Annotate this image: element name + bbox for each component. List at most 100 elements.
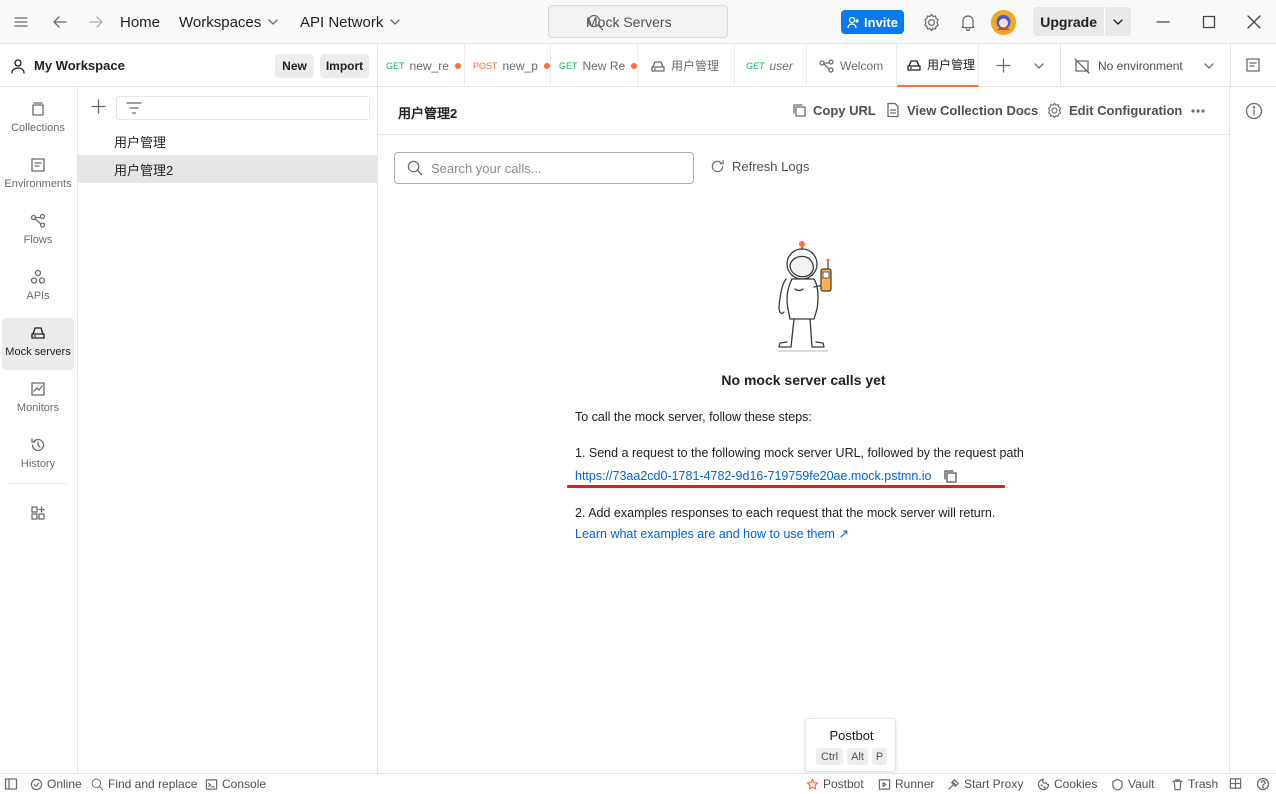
workspace-name[interactable]: My Workspace (34, 58, 125, 73)
rail-item-apis[interactable]: APIs (2, 262, 74, 314)
rail-item-flows[interactable]: Flows (2, 206, 74, 258)
menu-icon[interactable] (12, 0, 30, 44)
upgrade-button[interactable]: Upgrade (1033, 7, 1131, 36)
tab-request-2[interactable]: POST new_p (465, 44, 551, 87)
nav-workspaces[interactable]: Workspaces (179, 0, 279, 44)
two-pane-view-icon[interactable] (1229, 777, 1242, 790)
copy-icon[interactable] (942, 468, 958, 484)
search-icon (407, 160, 423, 176)
find-replace-label: Find and replace (108, 777, 198, 791)
console-button[interactable]: Console (205, 777, 266, 791)
upgrade-label: Upgrade (1040, 13, 1098, 30)
forward-arrow-icon[interactable] (87, 0, 105, 44)
monitors-icon (31, 382, 45, 396)
instructions-intro: To call the mock server, follow these st… (575, 410, 812, 424)
maximize-button[interactable] (1201, 0, 1217, 44)
tab-request-4[interactable]: GET user (735, 44, 807, 87)
invite-button[interactable]: Invite (841, 10, 904, 34)
global-search[interactable]: Mock Servers (548, 5, 728, 38)
new-button[interactable]: New (275, 54, 314, 78)
upgrade-dropdown[interactable] (1105, 16, 1131, 28)
help-icon[interactable] (1256, 777, 1270, 791)
configure-workbench-icon[interactable] (30, 505, 46, 521)
key-ctrl: Ctrl (816, 748, 843, 765)
refresh-logs-button[interactable]: Refresh Logs (710, 159, 809, 174)
environments-icon (31, 158, 45, 172)
online-status[interactable]: Online (30, 777, 82, 791)
close-window-button[interactable] (1246, 0, 1262, 44)
settings-gear-icon[interactable] (922, 0, 941, 44)
step-two-text: 2. Add examples responses to each reques… (575, 506, 996, 520)
view-collection-docs-button[interactable]: View Collection Docs (885, 102, 1038, 118)
tab-request-3[interactable]: GET New Re (551, 44, 638, 87)
rail-item-history[interactable]: History (2, 430, 74, 482)
back-arrow-icon[interactable] (51, 0, 69, 44)
rail-item-mock-servers[interactable]: Mock servers (2, 318, 74, 370)
minimize-button[interactable] (1155, 0, 1171, 44)
avatar[interactable] (991, 10, 1016, 35)
start-proxy-label: Start Proxy (964, 777, 1024, 791)
right-rail (1229, 87, 1276, 773)
bell-icon[interactable] (959, 0, 977, 44)
tab-label: 用户管理 (927, 58, 976, 72)
rail-item-collections[interactable]: Collections (2, 94, 74, 146)
toggle-sidebar-icon[interactable] (4, 777, 18, 791)
trash-button[interactable]: Trash (1171, 777, 1218, 791)
postbot-button[interactable]: Postbot (806, 777, 864, 791)
search-calls-input[interactable] (431, 160, 681, 176)
nav-api-network[interactable]: API Network (300, 0, 401, 44)
tab-bar: GET new_re POST new_p GET New Re 用户管理 GE… (378, 44, 1276, 87)
new-button-label: New (282, 59, 307, 73)
search-calls-field[interactable] (394, 152, 694, 184)
list-item-selected[interactable]: 用户管理2 (78, 155, 377, 183)
tab-mock-server-active[interactable]: 用户管理 (897, 44, 979, 87)
list-item-label: 用户管理 (114, 134, 167, 150)
view-docs-label: View Collection Docs (907, 102, 1039, 118)
import-button[interactable]: Import (320, 54, 369, 78)
sidebar-rail: Collections Environments Flows APIs Mock… (0, 87, 78, 773)
history-icon (31, 438, 45, 452)
add-tab-icon[interactable] (995, 57, 1012, 74)
vault-button[interactable]: Vault (1111, 777, 1154, 791)
astronaut-illustration (777, 241, 832, 352)
edit-configuration-button[interactable]: Edit Configuration (1046, 102, 1182, 119)
rail-item-environments[interactable]: Environments (2, 150, 74, 202)
more-options-icon[interactable] (1189, 103, 1207, 119)
nav-home[interactable]: Home (120, 0, 160, 44)
filter-icon (126, 102, 142, 114)
rail-label: Collections (11, 122, 65, 134)
key-alt: Alt (847, 748, 868, 765)
tab-welcome[interactable]: Welcom (807, 44, 897, 87)
postbot-label: Postbot (823, 777, 864, 791)
learn-examples-link[interactable]: Learn what examples are and how to use t… (575, 526, 849, 541)
rail-label: Mock servers (5, 346, 71, 358)
flows-icon (30, 213, 46, 228)
start-proxy-button[interactable]: Start Proxy (947, 777, 1023, 791)
info-icon[interactable] (1245, 102, 1263, 120)
tooltip-title: Postbot (829, 728, 874, 743)
rail-item-monitors[interactable]: Monitors (2, 374, 74, 426)
tab-request-1[interactable]: GET new_re (378, 44, 465, 87)
rail-label: Flows (23, 234, 53, 246)
tab-overflow-chevron-icon[interactable] (1033, 60, 1045, 72)
sidebar-search-input[interactable] (116, 96, 370, 120)
environment-quick-look-icon[interactable] (1245, 57, 1261, 73)
refresh-logs-label: Refresh Logs (732, 159, 810, 174)
rail-label: Monitors (16, 402, 60, 414)
document-icon (887, 102, 899, 118)
list-item[interactable]: 用户管理 (78, 127, 377, 155)
collections-icon (32, 102, 44, 116)
tab-label: New Re (582, 58, 626, 73)
copy-url-button[interactable]: Copy URL (791, 102, 876, 118)
url-highlight-underline (567, 485, 1005, 488)
environment-selector[interactable]: No environment (1074, 44, 1215, 87)
apis-icon (30, 269, 46, 284)
proxy-icon (948, 778, 959, 790)
copy-url-label: Copy URL (813, 102, 876, 118)
add-icon[interactable] (91, 99, 106, 114)
mock-server-url-link[interactable]: https://73aa2cd0-1781-4782-9d16-719759fe… (575, 469, 932, 483)
find-replace-button[interactable]: Find and replace (91, 777, 197, 791)
runner-button[interactable]: Runner (878, 777, 934, 791)
cookies-button[interactable]: Cookies (1037, 777, 1097, 791)
tab-mock-server-1[interactable]: 用户管理 (638, 44, 735, 87)
